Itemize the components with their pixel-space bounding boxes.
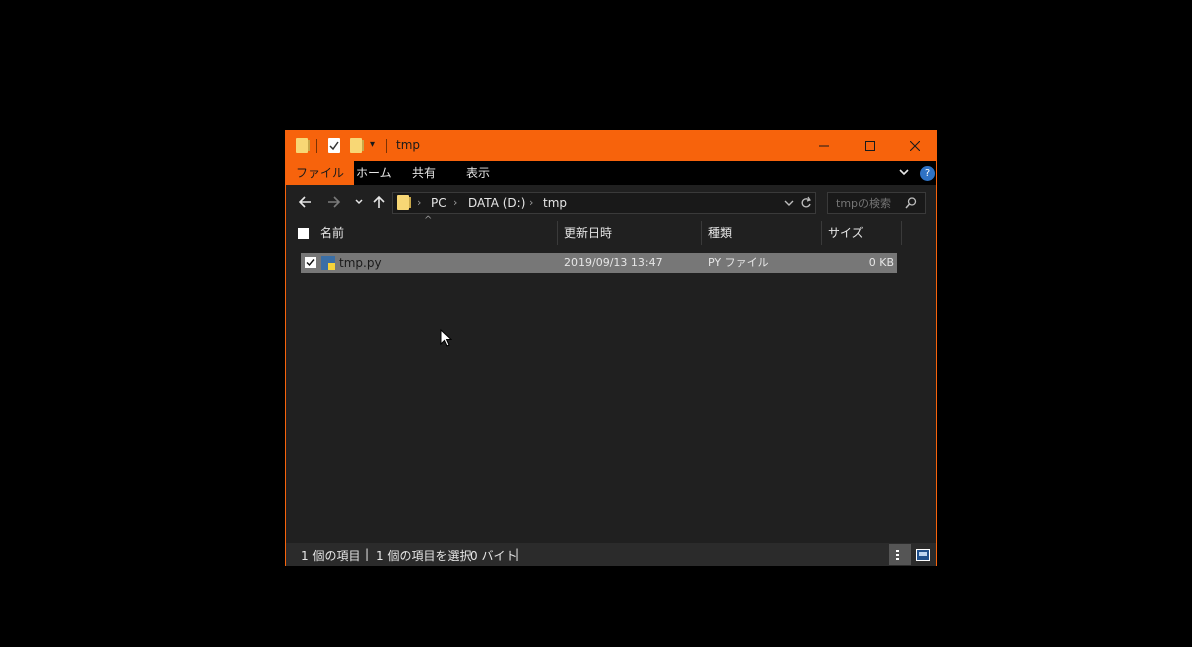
sort-ascending-icon: ^ [424,215,433,226]
checkmark-icon [306,259,315,267]
close-icon [910,141,920,151]
folder-icon [397,195,411,210]
breadcrumb-separator-icon[interactable]: › [453,196,457,209]
tab-view[interactable]: 表示 [456,161,500,185]
column-date[interactable]: 更新日時 [564,221,612,245]
column-resize-handle[interactable] [821,221,822,245]
cursor-icon [440,328,453,350]
column-name[interactable]: 名前 [320,221,344,245]
tab-file[interactable]: ファイル [286,161,355,185]
maximize-icon [865,141,875,151]
search-input[interactable] [836,195,898,211]
selection-count: 1 個の項目を選択 [376,549,472,563]
arrow-left-icon [298,196,311,208]
status-bar: 1 個の項目 | 1 個の項目を選択 0 バイト | [286,543,936,566]
table-row[interactable]: tmp.py 2019/09/13 13:47 PY ファイル 0 KB [301,253,897,273]
column-type[interactable]: 種類 [708,221,732,245]
column-resize-handle[interactable] [557,221,558,245]
large-icons-view-button[interactable] [912,544,934,565]
column-size[interactable]: サイズ [828,221,864,245]
column-resize-handle[interactable] [901,221,902,245]
chevron-down-icon [899,169,909,176]
breadcrumb-tmp[interactable]: tmp [543,196,567,210]
row-checkbox[interactable] [305,257,316,268]
file-date: 2019/09/13 13:47 [564,256,663,269]
search-box[interactable] [827,192,926,214]
status-divider: | [365,547,370,561]
details-view-icon [896,549,899,560]
python-file-icon [321,256,335,270]
file-explorer-window: ▾ tmp ファイル ホーム 共有 表示 ? › PC › DATA (D:) … [285,130,937,566]
title-bar: ▾ tmp [286,131,936,161]
details-view-button[interactable] [889,544,911,565]
column-header: ^ 名前 更新日時 種類 サイズ [286,215,936,245]
item-count: 1 個の項目 [301,549,361,563]
large-icons-view-icon [916,548,930,561]
properties-icon[interactable] [328,138,340,153]
minimize-button[interactable] [801,131,847,161]
tab-share[interactable]: 共有 [402,161,446,185]
quick-access-dropdown-icon[interactable]: ▾ [370,139,375,155]
file-name[interactable]: tmp.py [339,253,382,273]
back-button[interactable] [295,194,315,214]
divider [386,139,387,153]
breadcrumb-separator-icon: › [417,196,422,209]
refresh-icon [801,196,811,208]
file-type: PY ファイル [708,256,769,269]
ribbon-tabs: ファイル ホーム 共有 表示 ? [286,161,936,185]
checkmark-icon [329,141,339,151]
breadcrumb-pc[interactable]: PC [431,196,447,210]
breadcrumb-drive[interactable]: DATA (D:) [468,196,525,210]
search-icon[interactable] [904,196,918,213]
folder-icon[interactable] [296,138,310,153]
window-title: tmp [396,138,421,152]
forward-button[interactable] [324,194,344,214]
arrow-right-icon [328,196,341,208]
selection-size: 0 バイト [470,549,518,563]
divider [316,139,317,153]
close-button[interactable] [892,131,938,161]
navigation-bar: › PC › DATA (D:) › tmp [286,185,936,221]
recent-locations-button[interactable] [349,194,369,214]
arrow-up-icon [373,195,385,208]
maximize-button[interactable] [847,131,893,161]
expand-ribbon-button[interactable] [898,165,910,182]
minimize-icon [819,145,829,147]
select-all-checkbox[interactable] [298,228,309,239]
chevron-down-icon [784,200,794,206]
tab-home[interactable]: ホーム [346,161,402,185]
help-button[interactable]: ? [920,166,935,181]
chevron-down-icon [355,199,363,205]
address-bar[interactable]: › PC › DATA (D:) › tmp [392,192,816,214]
new-folder-icon[interactable] [350,138,364,153]
status-divider: | [515,547,520,561]
up-button[interactable] [369,194,389,214]
column-resize-handle[interactable] [701,221,702,245]
file-size: 0 KB [868,256,894,269]
breadcrumb-separator-icon[interactable]: › [529,196,533,209]
refresh-button[interactable] [800,196,812,213]
address-history-button[interactable] [783,196,795,213]
